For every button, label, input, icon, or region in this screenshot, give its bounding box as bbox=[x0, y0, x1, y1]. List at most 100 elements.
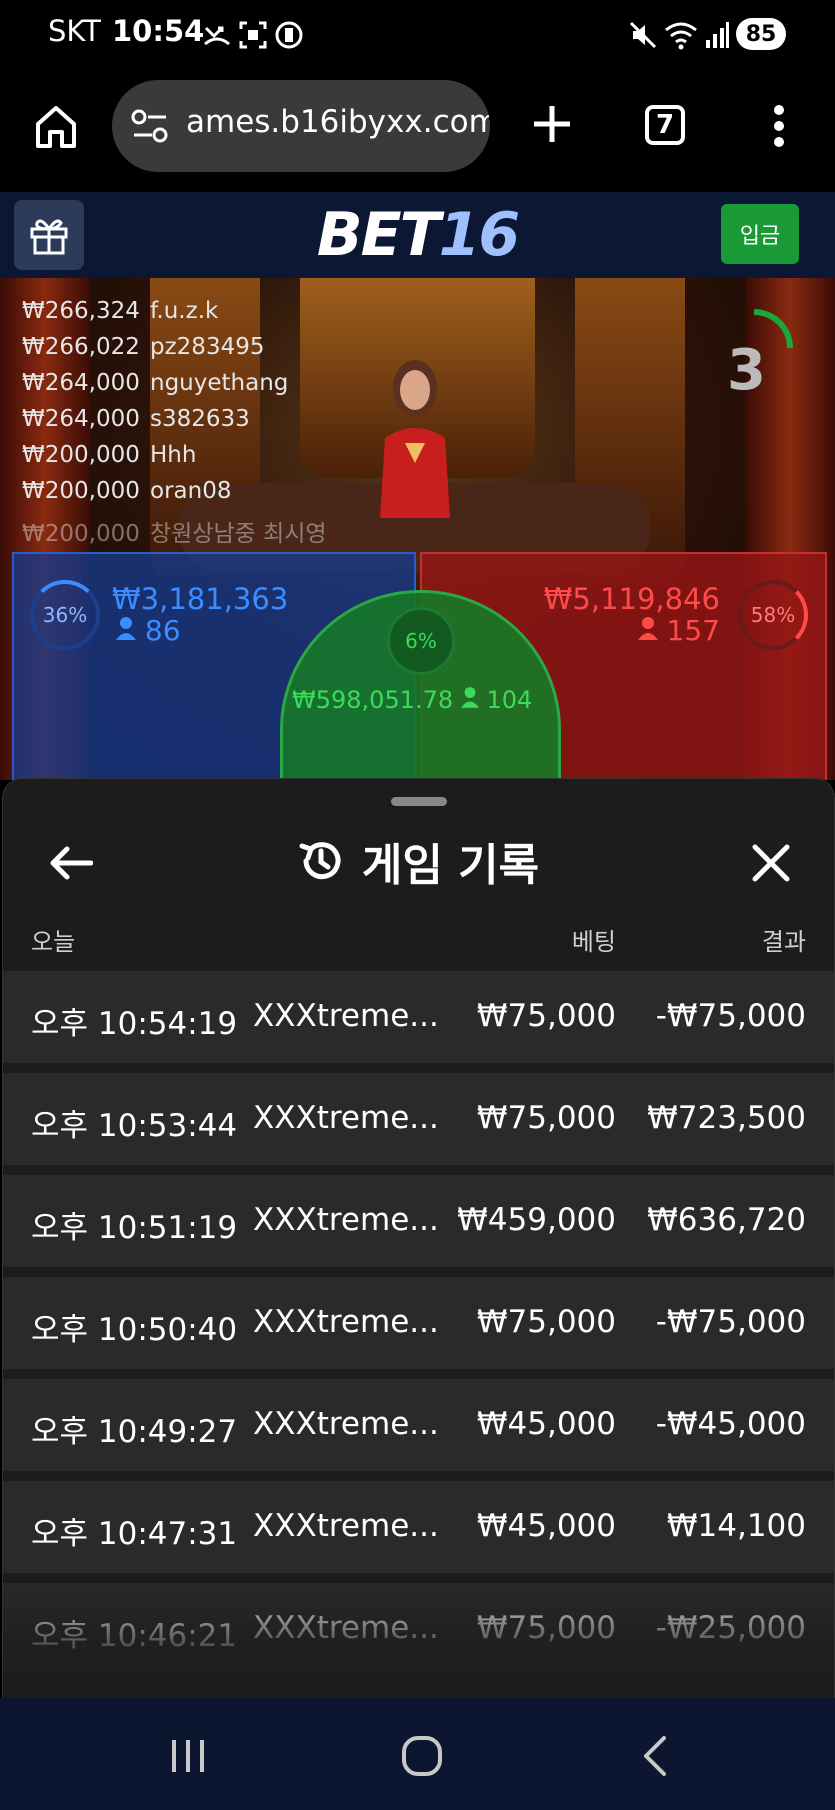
history-row[interactable]: 오후 10:54:19 XXXtreme... ₩75,000 -₩75,000 bbox=[3, 971, 834, 1063]
deposit-button[interactable]: 입금 bbox=[721, 204, 799, 264]
wifi-icon bbox=[664, 18, 698, 52]
site-header: BET16 입금 bbox=[0, 192, 835, 280]
recent-bet-row: ₩264,000 s382633 bbox=[22, 406, 250, 432]
banker-percent-ring: 58% bbox=[738, 580, 808, 650]
recent-bet-row: ₩200,000 oran08 bbox=[22, 478, 231, 504]
data-saver-icon bbox=[274, 18, 304, 52]
history-row[interactable]: 오후 10:46:21 XXXtreme... ₩75,000 -₩25,000 bbox=[3, 1583, 834, 1675]
row-time: 오후 10:50:40 bbox=[31, 1312, 238, 1348]
home-icon[interactable] bbox=[32, 102, 80, 154]
new-tab-icon[interactable] bbox=[530, 102, 574, 150]
game-history-sheet: 게임 기록 오늘 베팅 결과 오후 10:54:19 XXXtreme... ₩… bbox=[2, 778, 835, 1699]
countdown-timer: 3 bbox=[727, 338, 766, 403]
missed-call-icon bbox=[202, 18, 232, 52]
recent-bet-row: ₩264,000 nguyethang bbox=[22, 370, 288, 396]
tie-percent-ring: 6% bbox=[387, 607, 455, 675]
sheet-title-text: 게임 기록 bbox=[361, 840, 540, 891]
history-row[interactable]: 오후 10:50:40 XXXtreme... ₩75,000 -₩75,000 bbox=[3, 1277, 834, 1369]
row-time: 오후 10:46:21 bbox=[31, 1618, 238, 1654]
user-icon bbox=[116, 617, 136, 640]
row-bet: ₩75,000 bbox=[476, 1100, 616, 1136]
bet-amount: ₩264,000 bbox=[22, 406, 140, 432]
bet-user: f.u.z.k bbox=[150, 298, 219, 324]
bet-amount: ₩200,000 bbox=[22, 521, 140, 547]
history-icon bbox=[299, 842, 341, 880]
banker-count-value: 157 bbox=[666, 614, 720, 647]
bet-user: Hhh bbox=[150, 442, 197, 468]
bet-amount: ₩200,000 bbox=[22, 478, 140, 504]
tie-count-value: 104 bbox=[486, 686, 533, 714]
history-row[interactable]: 오후 10:53:44 XXXtreme... ₩75,000 ₩723,500 bbox=[3, 1073, 834, 1165]
sheet-drag-handle[interactable] bbox=[391, 797, 447, 806]
row-result: -₩75,000 bbox=[655, 1304, 806, 1340]
row-game: XXXtreme... bbox=[253, 1508, 439, 1544]
tie-total-amount: ₩598,051.78 bbox=[292, 686, 454, 714]
row-bet: ₩45,000 bbox=[476, 1406, 616, 1442]
row-bet: ₩75,000 bbox=[476, 1304, 616, 1340]
logo-text-bet: BET bbox=[316, 200, 441, 270]
site-logo[interactable]: BET16 bbox=[0, 200, 835, 270]
row-game: XXXtreme... bbox=[253, 998, 439, 1034]
status-bar: SKT 10:54 85 bbox=[0, 0, 835, 68]
close-button[interactable] bbox=[743, 835, 799, 891]
url-text[interactable]: ames.b16ibyxx.com bbox=[186, 104, 490, 140]
row-game: XXXtreme... bbox=[253, 1202, 439, 1238]
history-row[interactable]: 오후 10:47:31 XXXtreme... ₩45,000 ₩14,100 bbox=[3, 1481, 834, 1573]
recent-bet-row: ₩266,324 f.u.z.k bbox=[22, 298, 218, 324]
row-result: -₩45,000 bbox=[655, 1406, 806, 1442]
gift-button[interactable] bbox=[14, 200, 84, 270]
player-total-amount: ₩3,181,363 bbox=[112, 582, 289, 616]
bet-amount: ₩264,000 bbox=[22, 370, 140, 396]
bet-amount: ₩266,324 bbox=[22, 298, 140, 324]
back-nav-icon[interactable] bbox=[640, 1734, 670, 1782]
player-count: 86 bbox=[116, 614, 181, 647]
banker-total-amount: ₩5,119,846 bbox=[543, 582, 720, 616]
row-bet: ₩45,000 bbox=[476, 1508, 616, 1544]
battery-indicator: 85 bbox=[736, 18, 786, 50]
column-header-bet: 베팅 bbox=[571, 928, 616, 956]
more-menu-icon[interactable] bbox=[768, 104, 790, 152]
tab-switcher-button[interactable]: 7 bbox=[645, 105, 685, 145]
player-percent-ring: 36% bbox=[30, 580, 100, 650]
live-game-video[interactable]: 3 ₩266,324 f.u.z.k ₩266,022 pz283495 ₩264,… bbox=[0, 278, 835, 780]
row-game: XXXtreme... bbox=[253, 1610, 439, 1646]
row-result: ₩14,100 bbox=[666, 1508, 806, 1544]
bet-user: pz283495 bbox=[150, 334, 265, 360]
row-time: 오후 10:53:44 bbox=[31, 1108, 238, 1144]
banker-count: 157 bbox=[637, 614, 720, 647]
column-header-date: 오늘 bbox=[31, 928, 76, 956]
row-bet: ₩75,000 bbox=[476, 1610, 616, 1646]
row-game: XXXtreme... bbox=[253, 1406, 439, 1442]
row-game: XXXtreme... bbox=[253, 1100, 439, 1136]
home-button-icon[interactable] bbox=[400, 1734, 444, 1782]
site-settings-icon[interactable] bbox=[130, 108, 170, 148]
sheet-title: 게임 기록 bbox=[3, 829, 834, 893]
row-result: ₩636,720 bbox=[647, 1202, 806, 1238]
recent-bet-row: ₩266,022 pz283495 bbox=[22, 334, 264, 360]
bet-amount: ₩266,022 bbox=[22, 334, 140, 360]
recent-bet-row: ₩200,000 창원상남중 최시영 bbox=[22, 514, 327, 548]
history-row[interactable]: 오후 10:51:19 XXXtreme... ₩459,000 ₩636,72… bbox=[3, 1175, 834, 1267]
bet-user: 창원상남중 최시영 bbox=[150, 521, 327, 547]
screenshot-icon bbox=[238, 18, 268, 52]
row-time: 오후 10:51:19 bbox=[31, 1210, 238, 1246]
row-game: XXXtreme... bbox=[253, 1304, 439, 1340]
carrier-label: SKT bbox=[48, 14, 101, 48]
bet-amount: ₩200,000 bbox=[22, 442, 140, 468]
gift-icon bbox=[27, 213, 71, 261]
column-header-result: 결과 bbox=[761, 928, 806, 956]
row-result: -₩25,000 bbox=[655, 1610, 806, 1646]
row-time: 오후 10:54:19 bbox=[31, 1006, 238, 1042]
bet-user: oran08 bbox=[150, 478, 232, 504]
mute-icon bbox=[628, 18, 658, 52]
tie-total: ₩598,051.78 104 bbox=[292, 686, 532, 714]
user-icon bbox=[460, 687, 479, 708]
history-row[interactable]: 오후 10:49:27 XXXtreme... ₩45,000 -₩45,000 bbox=[3, 1379, 834, 1471]
bet-user: s382633 bbox=[150, 406, 250, 432]
dealer-figure bbox=[380, 360, 450, 518]
row-bet: ₩459,000 bbox=[457, 1202, 616, 1238]
address-bar[interactable]: ames.b16ibyxx.com bbox=[112, 80, 490, 172]
row-result: -₩75,000 bbox=[655, 998, 806, 1034]
recent-apps-icon[interactable] bbox=[168, 1736, 208, 1780]
signal-icon bbox=[704, 18, 730, 52]
